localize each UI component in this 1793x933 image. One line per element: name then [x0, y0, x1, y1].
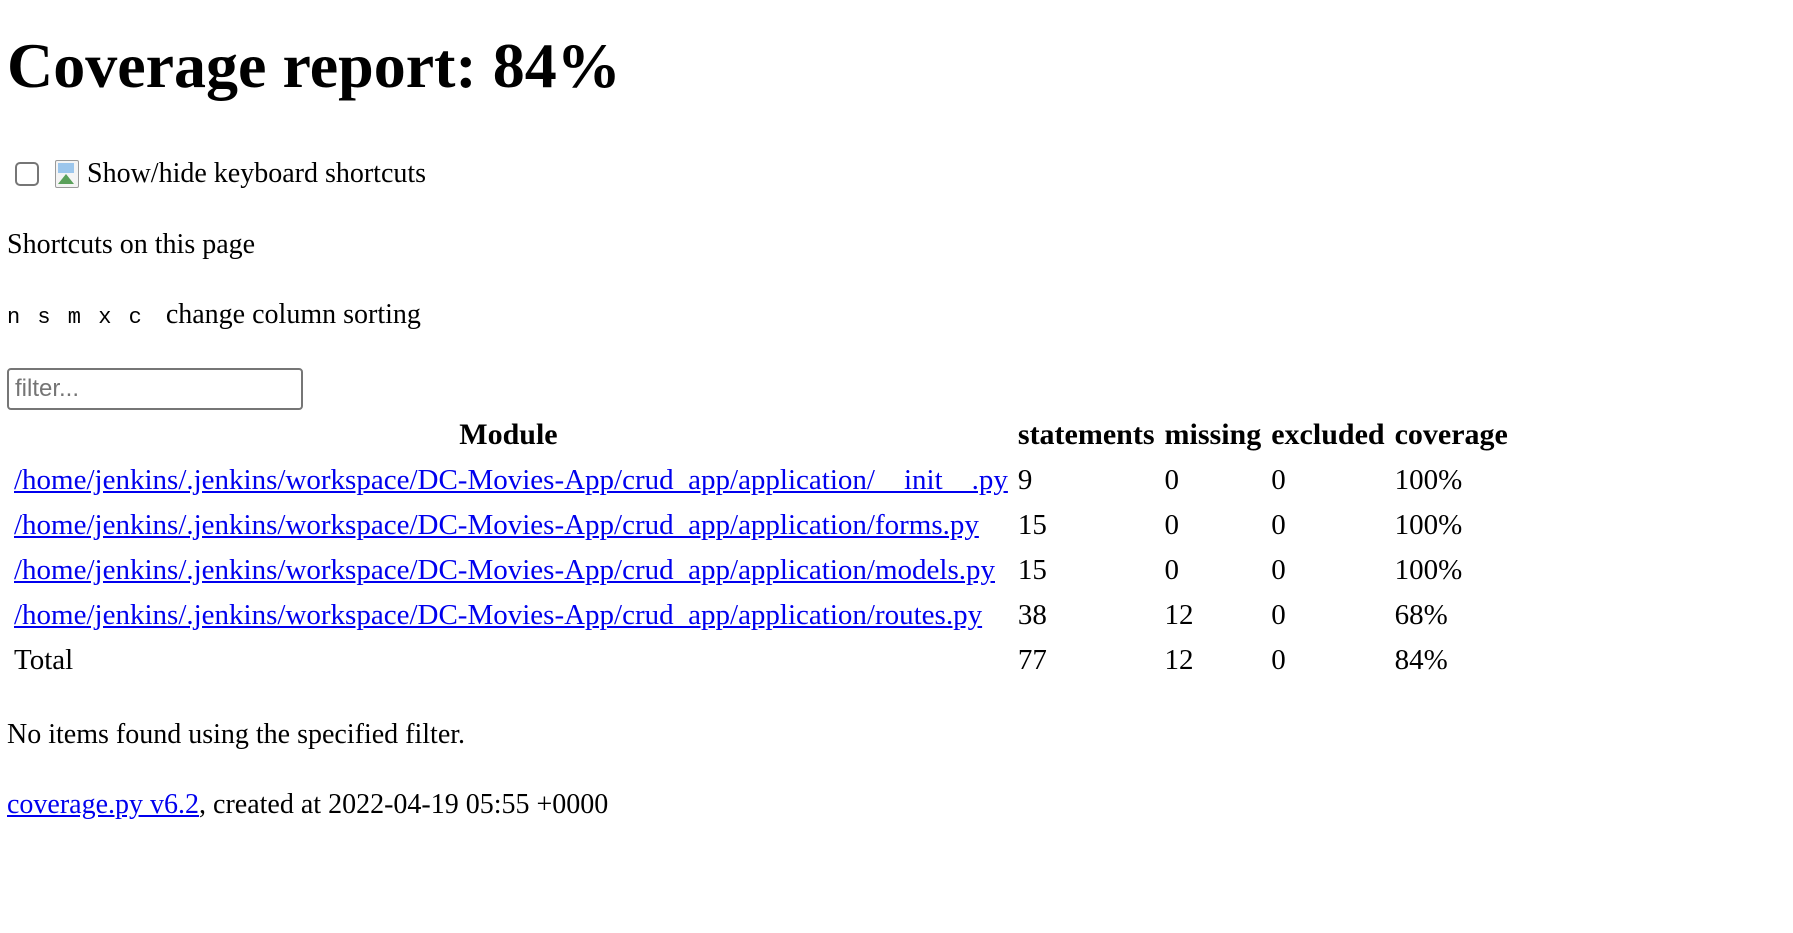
keyboard-shortcuts-toggle[interactable]: Show/hide keyboard shortcuts [15, 158, 426, 190]
missing-cell: 0 [1164, 509, 1180, 541]
column-header-module[interactable]: Module [7, 412, 1010, 458]
excluded-cell: 0 [1271, 554, 1286, 586]
footer: coverage.py v6.2, created at 2022-04-19 … [7, 789, 608, 821]
excluded-cell: 0 [1271, 509, 1286, 541]
shortcut-description: change column sorting [165, 299, 421, 330]
coverage-table: Module statements missing excluded cover… [1, 412, 1516, 683]
table-row: /home/jenkins/.jenkins/workspace/DC-Movi… [7, 458, 1510, 503]
column-header-statements[interactable]: statements [1016, 412, 1157, 458]
table-row: /home/jenkins/.jenkins/workspace/DC-Movi… [7, 593, 1510, 638]
missing-cell: 0 [1164, 464, 1180, 496]
excluded-cell: 0 [1271, 599, 1286, 631]
total-label: Total [14, 644, 74, 676]
keyboard-shortcuts-label[interactable]: Show/hide keyboard shortcuts [87, 158, 426, 190]
shortcut-keys: n s m x c [7, 305, 144, 330]
total-coverage: 84% [1394, 644, 1448, 676]
coverage-cell: 100% [1394, 464, 1463, 496]
module-link[interactable]: /home/jenkins/.jenkins/workspace/DC-Movi… [14, 509, 979, 541]
keyboard-shortcuts-checkbox[interactable] [15, 162, 39, 186]
module-link[interactable]: /home/jenkins/.jenkins/workspace/DC-Movi… [14, 599, 982, 631]
table-row: /home/jenkins/.jenkins/workspace/DC-Movi… [7, 503, 1510, 548]
missing-cell: 0 [1164, 554, 1180, 586]
missing-cell: 12 [1164, 599, 1194, 631]
shortcut-line: n s m x c change column sorting [7, 299, 421, 331]
column-header-excluded[interactable]: excluded [1269, 412, 1386, 458]
coverage-cell: 100% [1394, 554, 1463, 586]
module-link[interactable]: /home/jenkins/.jenkins/workspace/DC-Movi… [14, 554, 995, 586]
statements-cell: 15 [1017, 509, 1047, 541]
statements-cell: 15 [1017, 554, 1047, 586]
total-missing: 12 [1164, 644, 1194, 676]
statements-cell: 9 [1017, 464, 1033, 496]
coverage-version-link[interactable]: coverage.py v6.2 [7, 789, 199, 820]
column-header-coverage[interactable]: coverage [1393, 412, 1510, 458]
filter-input[interactable] [7, 368, 303, 410]
coverage-cell: 100% [1394, 509, 1463, 541]
broken-image-icon[interactable] [55, 160, 81, 188]
statements-cell: 38 [1017, 599, 1047, 631]
table-row: /home/jenkins/.jenkins/workspace/DC-Movi… [7, 548, 1510, 593]
excluded-cell: 0 [1271, 464, 1286, 496]
total-statements: 77 [1017, 644, 1047, 676]
total-row: Total 77 12 0 84% [7, 638, 1510, 683]
coverage-cell: 68% [1394, 599, 1448, 631]
module-link[interactable]: /home/jenkins/.jenkins/workspace/DC-Movi… [14, 464, 1008, 496]
footer-created-text: , created at 2022-04-19 05:55 +0000 [199, 789, 609, 820]
page-title: Coverage report: 84% [7, 30, 621, 101]
total-excluded: 0 [1271, 644, 1286, 676]
table-header-row: Module statements missing excluded cover… [7, 412, 1510, 458]
shortcuts-title: Shortcuts on this page [7, 229, 256, 260]
no-items-message: No items found using the specified filte… [7, 719, 466, 750]
column-header-missing[interactable]: missing [1163, 412, 1264, 458]
